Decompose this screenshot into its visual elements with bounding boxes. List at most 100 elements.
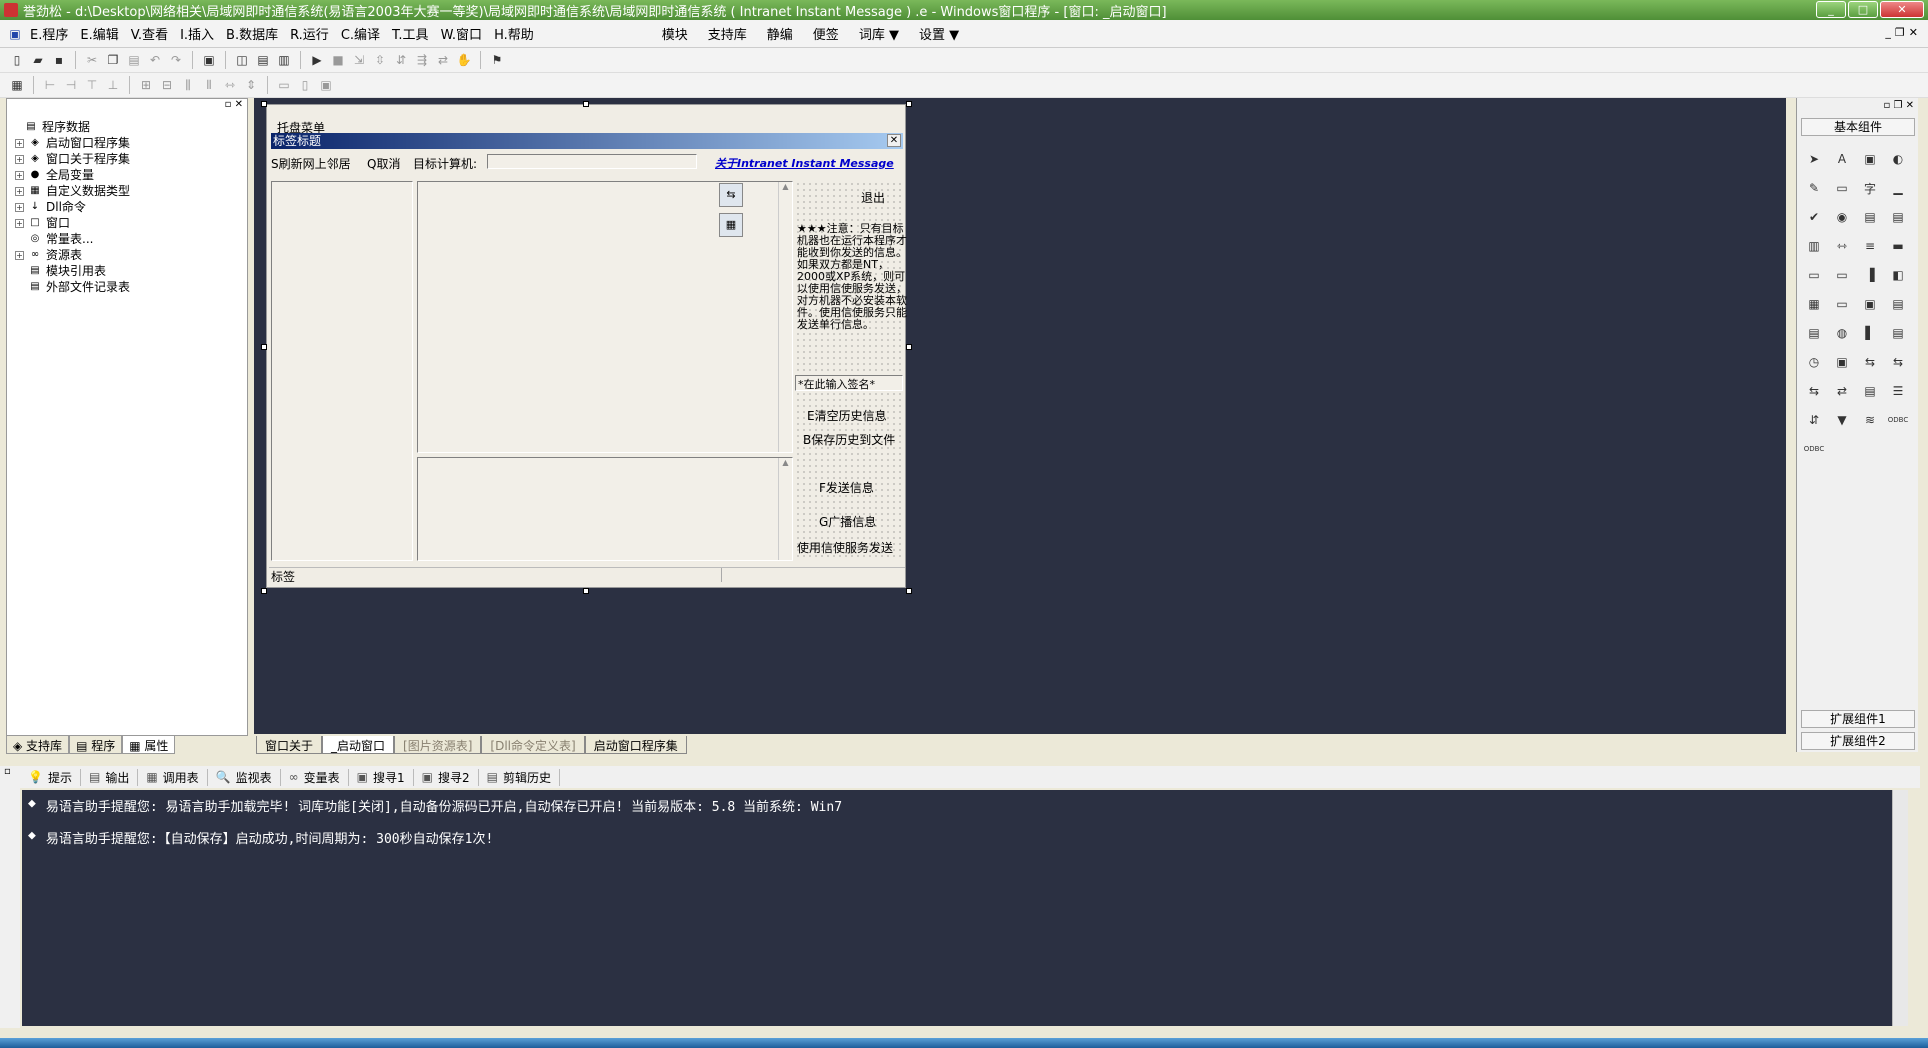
broadcast-button[interactable]: G广播信息: [819, 513, 876, 530]
component-icon[interactable]: ▭: [1803, 264, 1825, 286]
layout-2-icon[interactable]: ▤: [254, 51, 272, 69]
tree-expander-icon[interactable]: +: [15, 186, 24, 196]
component-icon[interactable]: ▦: [1803, 293, 1825, 315]
component-icon[interactable]: ◉: [1831, 206, 1853, 228]
align-right-icon[interactable]: ⊣: [62, 76, 80, 94]
send-button[interactable]: F发送信息: [819, 479, 874, 496]
menu-item-8[interactable]: W.窗口: [435, 24, 489, 43]
resize-handle-n[interactable]: [583, 101, 589, 107]
center-v-icon[interactable]: ⊟: [158, 76, 176, 94]
align-bottom-icon[interactable]: ⊥: [104, 76, 122, 94]
component-icon[interactable]: ✔: [1803, 206, 1825, 228]
mdi-minimize-icon[interactable]: _: [1885, 26, 1891, 39]
design-tab[interactable]: _启动窗口: [322, 736, 395, 754]
run-icon[interactable]: ▶: [308, 51, 326, 69]
undo-icon[interactable]: ↶: [146, 51, 164, 69]
design-tab[interactable]: [Dll命令定义表]: [481, 736, 585, 754]
menu-right-item-2[interactable]: 静编: [757, 24, 803, 43]
component-icon[interactable]: ▭: [1831, 264, 1853, 286]
component-icon[interactable]: ◷: [1803, 351, 1825, 373]
menu-item-1[interactable]: E.编辑: [74, 24, 124, 43]
component-icon[interactable]: ODBC: [1803, 438, 1825, 460]
size-h-icon[interactable]: ▯: [296, 76, 314, 94]
component-icon[interactable]: 字: [1859, 177, 1881, 199]
output-panel-pin-icon[interactable]: ▫: [0, 766, 20, 1028]
save-icon[interactable]: ▪: [50, 51, 68, 69]
tree-expander-icon[interactable]: +: [15, 138, 24, 148]
component-icon[interactable]: ▤: [1887, 293, 1909, 315]
component-icon[interactable]: ▥: [1803, 235, 1825, 257]
copy-icon[interactable]: ❐: [104, 51, 122, 69]
component-icon[interactable]: ▣: [1859, 293, 1881, 315]
component-icon[interactable]: ▤: [1859, 206, 1881, 228]
tree-item[interactable]: + ∞ 资源表: [11, 247, 130, 263]
component-icon[interactable]: ▤: [1887, 206, 1909, 228]
extension-components-1-button[interactable]: 扩展组件1: [1801, 710, 1915, 728]
component-icon[interactable]: ▐: [1859, 264, 1881, 286]
resize-handle-se[interactable]: [906, 588, 912, 594]
output-tab[interactable]: 🔍 监视表: [208, 768, 281, 786]
extension-components-2-button[interactable]: 扩展组件2: [1801, 732, 1915, 750]
component-icon[interactable]: ✎: [1803, 177, 1825, 199]
tree-item[interactable]: + ◈ 启动窗口程序集: [11, 135, 130, 151]
component-icon[interactable]: ⇿: [1831, 235, 1853, 257]
output-tab[interactable]: ▣ 搜寻2: [414, 768, 479, 786]
component-icon[interactable]: ODBC: [1887, 409, 1909, 431]
tree-expander-icon[interactable]: +: [15, 154, 24, 164]
menu-right-item-5[interactable]: 设置 ▼: [909, 24, 969, 43]
component-icon[interactable]: ◧: [1887, 264, 1909, 286]
resize-handle-nw[interactable]: [261, 101, 267, 107]
caption-label[interactable]: 标签标题 ✕: [271, 133, 903, 149]
tree-expander-icon[interactable]: +: [15, 250, 24, 260]
component-icon[interactable]: ▬: [1887, 235, 1909, 257]
output-tab[interactable]: ∞ 变量表: [281, 768, 349, 786]
output-tab[interactable]: ▤ 剪辑历史: [479, 768, 560, 786]
close-button[interactable]: ✕: [1880, 1, 1924, 18]
component-icon[interactable]: ⇵: [1803, 409, 1825, 431]
component-icon[interactable]: ➤: [1803, 148, 1825, 170]
align-left-icon[interactable]: ⊢: [41, 76, 59, 94]
stop-icon[interactable]: ■: [329, 51, 347, 69]
new-file-icon[interactable]: ▯: [8, 51, 26, 69]
size-both-icon[interactable]: ▣: [317, 76, 335, 94]
step-4-icon[interactable]: ⇶: [413, 51, 431, 69]
menu-right-item-4[interactable]: 词库 ▼: [849, 24, 909, 43]
center-h-icon[interactable]: ⊞: [137, 76, 155, 94]
menu-item-3[interactable]: I.插入: [174, 24, 220, 43]
component-icon[interactable]: ≡: [1859, 235, 1881, 257]
design-tab[interactable]: 启动窗口程序集: [584, 736, 687, 754]
step-2-icon[interactable]: ⇳: [371, 51, 389, 69]
tab-program[interactable]: ▤ 程序: [69, 736, 123, 754]
component-icon[interactable]: ◍: [1831, 322, 1853, 344]
exit-button[interactable]: 退出: [861, 189, 885, 206]
component-icon[interactable]: ☰: [1887, 380, 1909, 402]
signature-input[interactable]: *在此输入签名*: [795, 375, 903, 391]
minimize-button[interactable]: _: [1816, 1, 1846, 18]
computer-list[interactable]: [271, 181, 413, 561]
refresh-neighbors-button[interactable]: S刷新网上邻居: [271, 155, 351, 172]
mdi-close-icon[interactable]: ✕: [1909, 26, 1918, 39]
step-1-icon[interactable]: ⇲: [350, 51, 368, 69]
component-icon[interactable]: ≋: [1859, 409, 1881, 431]
tree-item[interactable]: ▤ 程序数据: [11, 119, 130, 135]
component-panel-close-icon[interactable]: ▫ ❐ ✕: [1884, 100, 1914, 111]
output-tab[interactable]: ▣ 搜寻1: [349, 768, 414, 786]
target-computer-input[interactable]: [487, 154, 697, 169]
messenger-send-button[interactable]: 使用信使服务发送: [797, 539, 893, 556]
grid-icon[interactable]: ▦: [8, 76, 26, 94]
hand-icon[interactable]: ✋: [455, 51, 473, 69]
tree-item[interactable]: ◎ 常量表...: [11, 231, 130, 247]
tree-item[interactable]: ▤ 模块引用表: [11, 263, 130, 279]
find-icon[interactable]: ▣: [200, 51, 218, 69]
same-height-icon[interactable]: ⇕: [242, 76, 260, 94]
size-w-icon[interactable]: ▭: [275, 76, 293, 94]
paste-icon[interactable]: ▤: [125, 51, 143, 69]
align-top-icon[interactable]: ⊤: [83, 76, 101, 94]
component-icon[interactable]: ▤: [1803, 322, 1825, 344]
resize-handle-w[interactable]: [261, 344, 267, 350]
menu-item-6[interactable]: C.编译: [335, 24, 386, 43]
output-tab[interactable]: 💡 提示: [20, 768, 81, 786]
component-icon[interactable]: A: [1831, 148, 1853, 170]
menu-item-2[interactable]: V.查看: [125, 24, 174, 43]
menu-item-5[interactable]: R.运行: [284, 24, 335, 43]
